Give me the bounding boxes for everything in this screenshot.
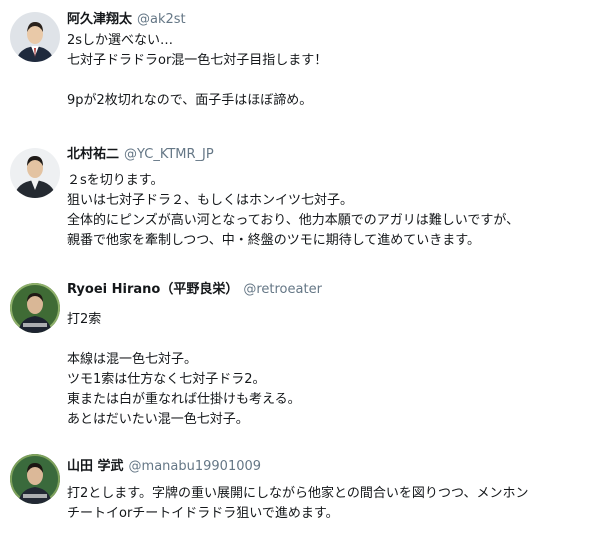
tweet-line: ツモ1索は仕方なく七対子ドラ2。 bbox=[67, 372, 266, 387]
tweet-text: ２sを切ります。 狙いは七対子ドラ２、もしくはホンイツ七対子。 全体的にピンズが… bbox=[67, 171, 594, 251]
avatar-manabu19901009[interactable] bbox=[10, 454, 60, 504]
tweet-text: 打2索 本線は混一色七対子。 ツモ1索は仕方なく七対子ドラ2。 東または白が重な… bbox=[67, 310, 594, 430]
tweet-header: 山田 学武 @manabu19901009 bbox=[67, 458, 261, 475]
tweet-header: 阿久津翔太 @ak2st bbox=[67, 11, 186, 28]
tweet-header: Ryoei Hirano（平野良栄） @retroeater bbox=[67, 281, 322, 298]
tweet-line: あとはだいたい混一色七対子。 bbox=[67, 412, 249, 427]
tweet-line: 打2とします。字牌の重い展開にしながら他家との間合いを図りつつ、メンホン bbox=[67, 486, 529, 501]
tweet-line: チートイorチートイドラドラ狙いで進めます。 bbox=[67, 506, 339, 521]
display-name[interactable]: Ryoei Hirano（平野良栄） bbox=[67, 282, 238, 297]
tweet-line: 全体的にピンズが高い河となっており、他力本願でのアガリは難しいですが、 bbox=[67, 213, 520, 228]
tweet-line bbox=[67, 330, 594, 350]
avatar-image bbox=[10, 454, 60, 504]
tweet-header: 北村祐二 @YC_KTMR_JP bbox=[67, 146, 214, 163]
display-name[interactable]: 北村祐二 bbox=[67, 147, 119, 162]
tweet-line: 9pが2枚切れなので、面子手はほぼ諦め。 bbox=[67, 93, 313, 108]
tweet-text: 2sしか選べない… 七対子ドラドラor混一色七対子目指します！ 9pが2枚切れな… bbox=[67, 31, 594, 111]
tweet-line: 七対子ドラドラor混一色七対子目指します！ bbox=[67, 53, 328, 68]
avatar-image bbox=[10, 283, 60, 333]
tweet-feed: 阿久津翔太 @ak2st 2sしか選べない… 七対子ドラドラor混一色七対子目指し… bbox=[0, 0, 600, 551]
avatar-ak2st[interactable] bbox=[10, 12, 60, 62]
tweet-line: 狙いは七対子ドラ２、もしくはホンイツ七対子。 bbox=[67, 193, 354, 208]
avatar-retroeater[interactable] bbox=[10, 283, 60, 333]
tweet-line: 本線は混一色七対子。 bbox=[67, 352, 198, 367]
tweet-line: ２sを切ります。 bbox=[67, 173, 164, 188]
tweet-line: 2sしか選べない… bbox=[67, 33, 174, 48]
user-handle[interactable]: @retroeater bbox=[243, 282, 322, 297]
user-handle[interactable]: @ak2st bbox=[137, 12, 186, 27]
tweet-line bbox=[67, 71, 594, 91]
avatar-image bbox=[10, 12, 60, 62]
avatar-yc-ktmr-jp[interactable] bbox=[10, 148, 60, 198]
tweet-line: 親番で他家を牽制しつつ、中・終盤のツモに期待して進めていきます。 bbox=[67, 233, 481, 248]
tweet-text: 打2とします。字牌の重い展開にしながら他家との間合いを図りつつ、メンホン チート… bbox=[67, 484, 594, 524]
avatar-image bbox=[10, 148, 60, 198]
tweet-line: 東または白が重なれば仕掛けも考える。 bbox=[67, 392, 301, 407]
tweet-line: 打2索 bbox=[67, 312, 102, 327]
display-name[interactable]: 阿久津翔太 bbox=[67, 12, 132, 27]
display-name[interactable]: 山田 学武 bbox=[67, 459, 124, 474]
user-handle[interactable]: @manabu19901009 bbox=[129, 459, 262, 474]
user-handle[interactable]: @YC_KTMR_JP bbox=[124, 147, 214, 162]
